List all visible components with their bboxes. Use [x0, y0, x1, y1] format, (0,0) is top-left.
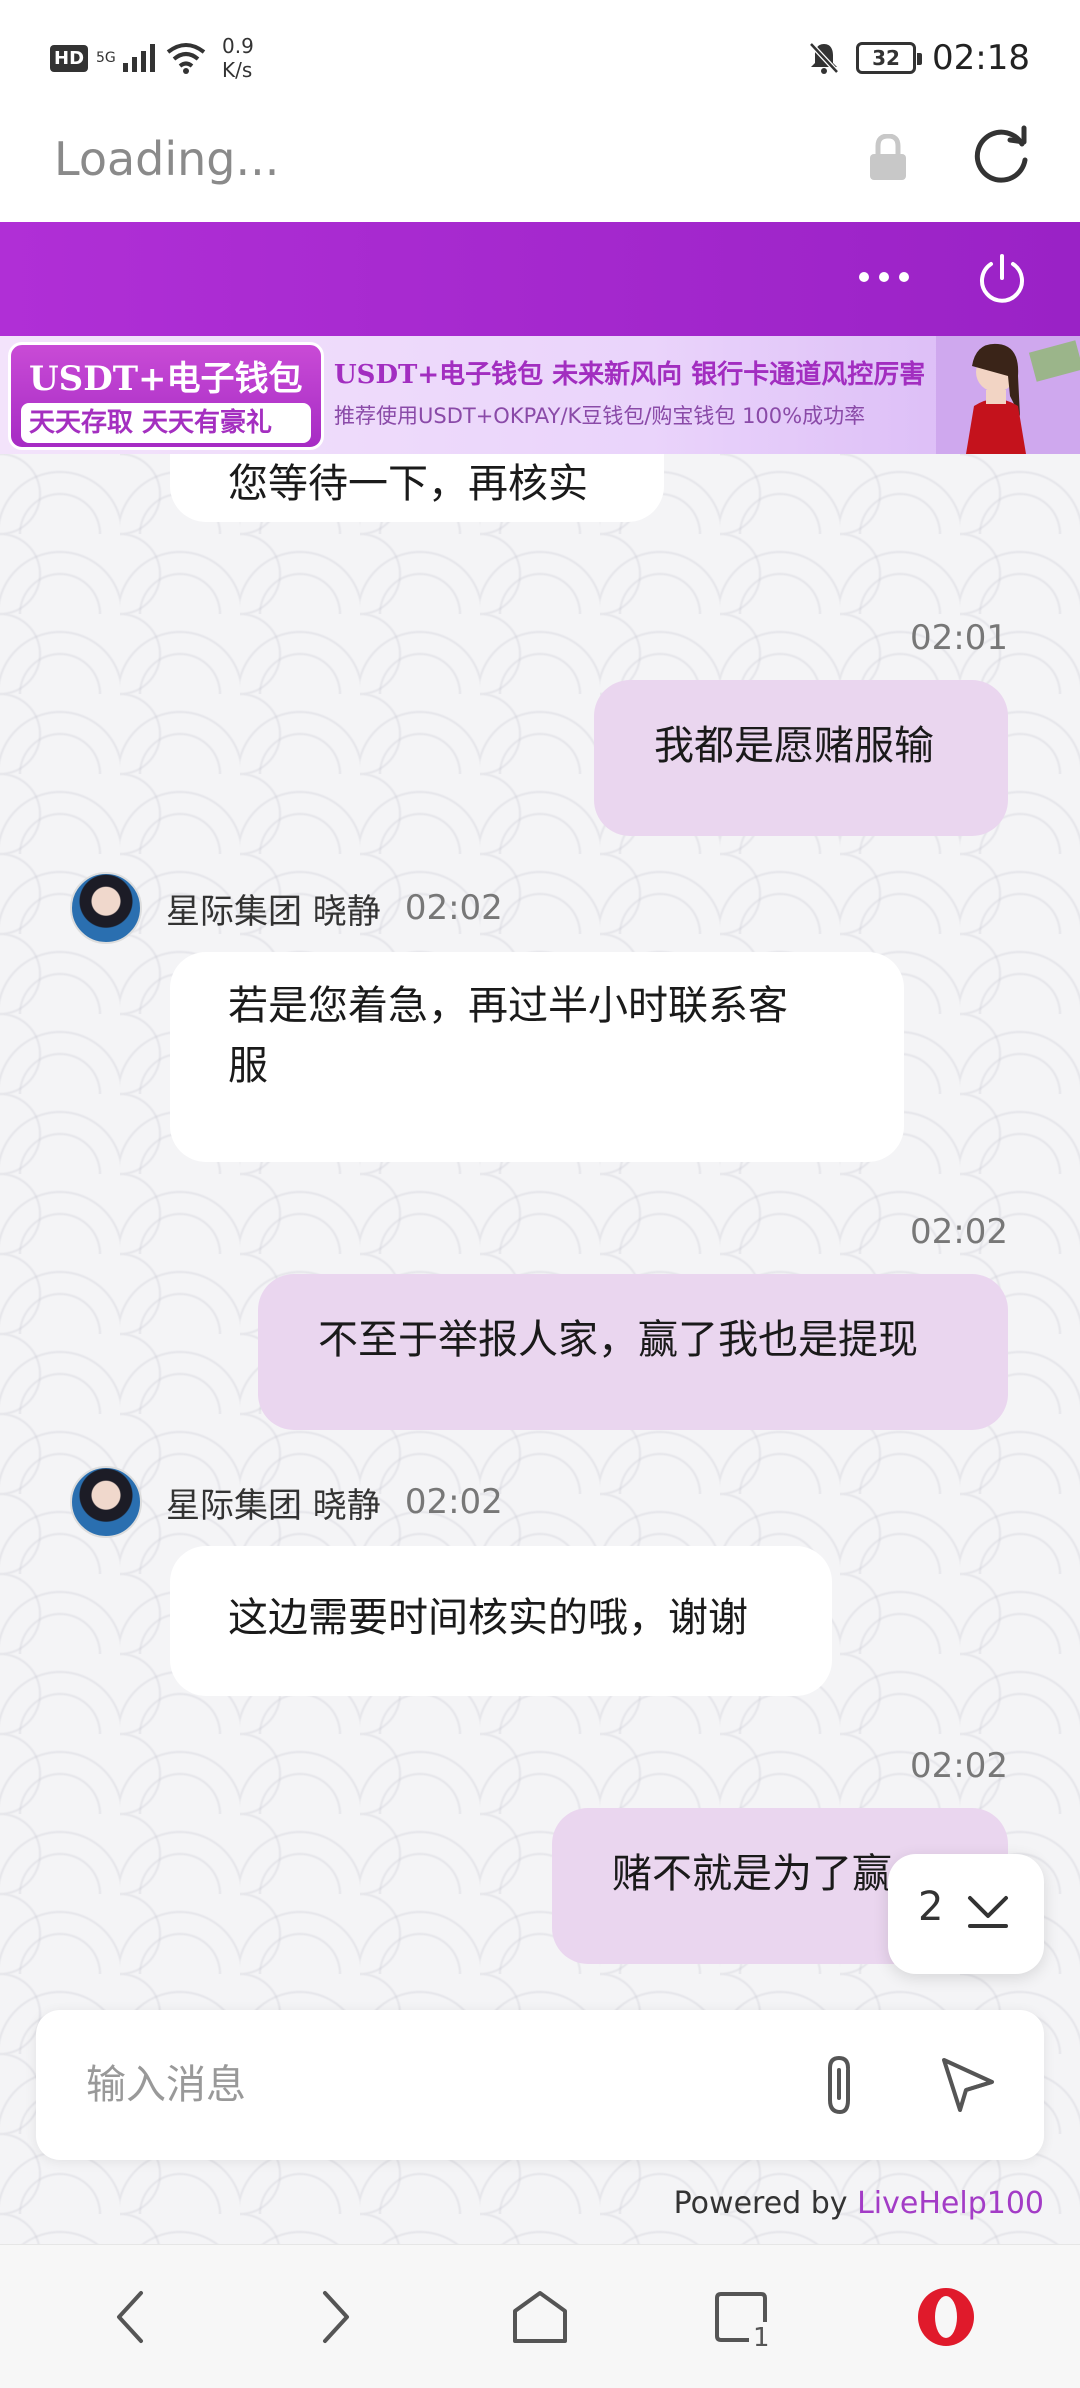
tabs-icon: 1 — [715, 2292, 770, 2348]
chat-header — [0, 222, 1080, 336]
chevron-left-icon — [117, 2291, 143, 2343]
send-icon[interactable] — [938, 2056, 998, 2112]
forward-button[interactable] — [300, 2281, 372, 2353]
message-in: 您等待一下，再核实 — [170, 454, 664, 522]
message-out: 不至于举报人家，赢了我也是提现 — [258, 1274, 1008, 1430]
chevron-down-icon — [968, 1896, 1008, 1928]
more-icon[interactable] — [858, 262, 910, 292]
signal-icon — [123, 44, 156, 72]
sender-row: 星际集团 晓静 02:02 — [70, 870, 503, 946]
power-icon[interactable] — [976, 252, 1028, 306]
home-icon — [513, 2291, 567, 2343]
paperclip-icon[interactable] — [818, 2054, 862, 2118]
ad-subline: 推荐使用USDT+OKPAY/K豆钱包/购宝钱包 100%成功率 — [334, 404, 866, 428]
ad-badge-subtitle: 天天存取 天天有豪礼 — [21, 403, 311, 443]
message-composer — [36, 2010, 1044, 2160]
browser-bottom-nav: 1 — [0, 2244, 1080, 2388]
message-time: 02:02 — [404, 1482, 503, 1522]
reload-icon[interactable] — [970, 124, 1032, 186]
status-right: 32 02:18 — [808, 30, 1030, 86]
opera-logo-icon — [918, 2288, 974, 2346]
tabs-button[interactable]: 1 — [708, 2281, 780, 2353]
sender-row: 星际集团 晓静 02:02 — [70, 1464, 503, 1540]
message-in: 若是您着急，再过半小时联系客 服 — [170, 952, 904, 1162]
chat-messages[interactable]: 您等待一下，再核实 02:01 我都是愿赌服输 星际集团 晓静 02:02 若是… — [0, 454, 1080, 2244]
status-left: HD 5G 0.9 K/s — [50, 30, 254, 86]
home-button[interactable] — [504, 2281, 576, 2353]
avatar[interactable] — [70, 872, 142, 944]
status-bar: HD 5G 0.9 K/s 32 02:18 — [0, 0, 1080, 110]
browser-url-bar[interactable]: Loading... — [0, 110, 1080, 222]
powered-by: Powered by LiveHelp100 — [673, 2186, 1044, 2221]
url-text[interactable]: Loading... — [54, 132, 279, 186]
message-input[interactable] — [86, 2050, 786, 2120]
sender-name: 星际集团 晓静 — [166, 891, 381, 932]
avatar[interactable] — [70, 1466, 142, 1538]
message-time: 02:02 — [910, 1746, 1008, 1786]
scroll-to-latest-button[interactable]: 2 — [888, 1854, 1044, 1974]
lock-icon[interactable] — [868, 134, 908, 182]
sender-name: 星际集团 晓静 — [166, 1485, 381, 1526]
opera-menu-button[interactable] — [910, 2281, 982, 2353]
svg-text:1: 1 — [753, 2323, 770, 2348]
battery-icon: 32 — [856, 42, 923, 74]
ad-model-image — [936, 336, 1080, 454]
network-type: 5G — [96, 50, 116, 66]
livehelp-link[interactable]: LiveHelp100 — [857, 2186, 1044, 2221]
unread-count: 2 — [918, 1884, 944, 1930]
chevron-right-icon — [323, 2291, 349, 2343]
ad-headline: USDT+电子钱包 未来新风向 银行卡通道风控厉害 — [334, 360, 926, 390]
ad-badge-title: USDT+电子钱包 — [29, 359, 303, 399]
back-button[interactable] — [94, 2281, 166, 2353]
wifi-icon — [166, 43, 206, 74]
status-time: 02:18 — [932, 38, 1030, 78]
message-time: 02:01 — [910, 618, 1008, 658]
ad-badge: USDT+电子钱包 天天存取 天天有豪礼 — [8, 342, 324, 450]
message-time: 02:02 — [404, 888, 503, 928]
hd-badge: HD — [50, 44, 89, 72]
mute-bell-icon — [809, 42, 839, 74]
message-in: 这边需要时间核实的哦，谢谢 — [170, 1546, 832, 1696]
message-time: 02:02 — [910, 1212, 1008, 1252]
message-out: 我都是愿赌服输 — [594, 680, 1008, 836]
ad-banner[interactable]: USDT+电子钱包 天天存取 天天有豪礼 USDT+电子钱包 未来新风向 银行卡… — [0, 336, 1080, 454]
network-speed: 0.9 K/s — [222, 34, 254, 82]
